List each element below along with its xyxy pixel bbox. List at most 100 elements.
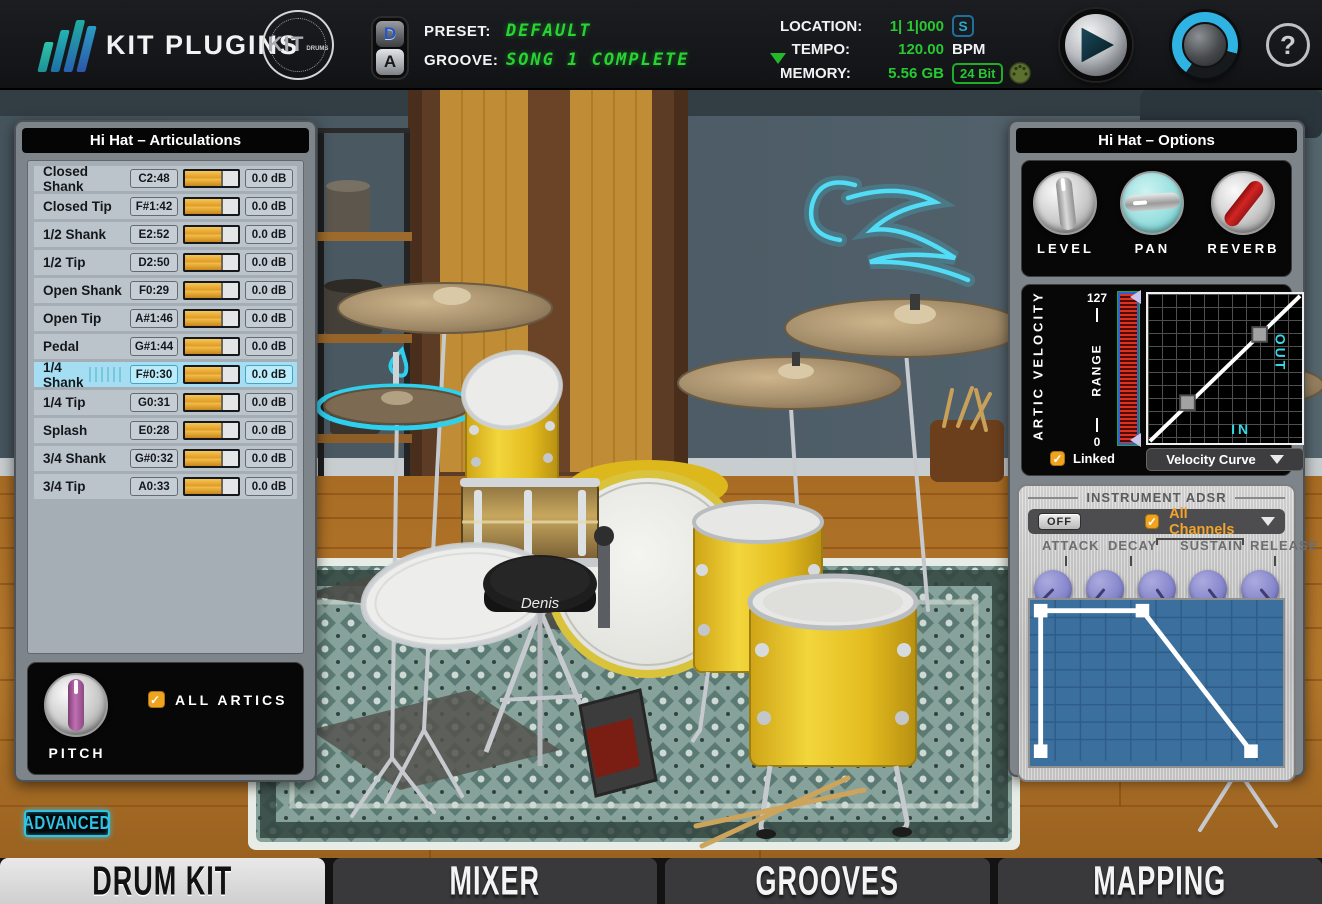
articulation-volume-fader[interactable] [183,337,240,356]
articulation-note-box[interactable]: G#1:44 [130,337,178,356]
master-volume-knob[interactable] [1172,12,1238,78]
adsr-control-bar: OFF ✓ All Channels [1028,509,1285,534]
articulation-row[interactable]: 1/2 Tip D2:50 0.0 dB [34,250,297,275]
articulation-db-box[interactable]: 0.0 dB [245,197,293,216]
articulation-db-box[interactable]: 0.0 dB [245,337,293,356]
articulation-db-box[interactable]: 0.0 dB [245,365,293,384]
fader-fill [185,199,223,214]
articulation-note-box[interactable]: G#0:32 [130,449,178,468]
articulation-volume-fader[interactable] [183,421,240,440]
articulation-row[interactable]: 1/2 Shank E2:52 0.0 dB [34,222,297,247]
fader-fill [185,479,223,494]
curve-handle-high[interactable] [1252,327,1267,342]
adsr-envelope-display[interactable] [1028,598,1285,768]
articulation-volume-fader[interactable] [183,309,240,328]
articulation-row[interactable]: 3/4 Shank G#0:32 0.0 dB [34,446,297,471]
articulation-note-box[interactable]: F#0:30 [130,365,178,384]
env-handle-start[interactable] [1034,744,1048,758]
articulation-note-box[interactable]: F0:29 [130,281,178,300]
curve-handle-low[interactable] [1180,395,1195,410]
articulation-db-box[interactable]: 0.0 dB [245,449,293,468]
range-handle-bottom[interactable] [1130,433,1141,447]
level-knob[interactable] [1033,171,1097,235]
articulation-db-box[interactable]: 0.0 dB [245,253,293,272]
articulation-note-box[interactable]: C2:48 [130,169,178,188]
articulation-db-box[interactable]: 0.0 dB [245,309,293,328]
bottom-tab[interactable]: MIXER [333,858,658,904]
crash-cymbal-left[interactable] [338,283,552,333]
articulation-volume-fader[interactable] [183,449,240,468]
groove-value-display[interactable]: SONG 1 COMPLETE [506,50,690,70]
env-handle-attack[interactable] [1034,604,1048,618]
articulation-db-box[interactable]: 0.0 dB [245,393,293,412]
articulation-note-box[interactable]: D2:50 [130,253,178,272]
channels-dropdown-arrow-icon[interactable] [1261,517,1275,526]
articulation-db-box[interactable]: 0.0 dB [245,169,293,188]
articulation-volume-fader[interactable] [183,253,240,272]
articulation-volume-fader[interactable] [183,225,240,244]
articulation-db-box[interactable]: 0.0 dB [245,421,293,440]
articulation-db-box[interactable]: 0.0 dB [245,281,293,300]
adsr-channels-checkbox[interactable]: ✓ [1145,514,1159,529]
tempo-value[interactable]: 120.00 [858,41,944,58]
articulation-volume-fader[interactable] [183,477,240,496]
articulation-note-box[interactable]: E0:28 [130,421,178,440]
articulation-name: 1/4 Shank [38,360,84,390]
articulation-db-box[interactable]: 0.0 dB [245,477,293,496]
articulation-name: Open Shank [38,283,125,298]
pan-knob[interactable] [1120,171,1184,235]
articulation-row[interactable]: Closed Tip F#1:42 0.0 dB [34,194,297,219]
articulation-row[interactable]: 1/4 Shank F#0:30 0.0 dB [34,362,297,387]
articulation-db-box[interactable]: 0.0 dB [245,225,293,244]
articulation-note-box[interactable]: A0:33 [130,477,178,496]
articulation-row[interactable]: Open Shank F0:29 0.0 dB [34,278,297,303]
articulation-volume-fader[interactable] [183,197,240,216]
articulation-volume-fader[interactable] [183,169,240,188]
linked-checkbox[interactable]: ✓ [1050,451,1065,466]
velocity-range-meter[interactable] [1118,292,1139,445]
bottom-tab[interactable]: MAPPING [998,858,1322,904]
range-handle-top[interactable] [1130,290,1141,304]
bottom-tab[interactable]: DRUM KIT [0,858,325,904]
preset-value-display[interactable]: DEFAULT [506,21,690,41]
adsr-channels-label[interactable]: All Channels [1169,506,1251,538]
reverb-knob[interactable] [1211,171,1275,235]
articulation-note-box[interactable]: E2:52 [130,225,178,244]
articulation-row[interactable]: Closed Shank C2:48 0.0 dB [34,166,297,191]
da-toggle[interactable]: D A [371,16,409,80]
linked-label: Linked [1073,451,1115,466]
articulation-volume-fader[interactable] [183,393,240,412]
env-handle-decay[interactable] [1136,604,1150,618]
sync-badge[interactable]: S [952,15,974,37]
location-value[interactable]: 1| 1|000 [858,18,944,35]
all-artics-checkbox[interactable]: ✓ [148,691,165,708]
advanced-button[interactable]: ADVANCED [24,810,110,837]
kit-drums-logo: KIT DRUMS [262,10,334,80]
options-panel: Hi Hat – Options LEVEL PAN REVERB [1008,120,1305,777]
mix-knobs-section: LEVEL PAN REVERB [1021,160,1292,277]
articulation-volume-fader[interactable] [183,281,240,300]
range-scale: 127 RANGE 0 [1080,291,1114,449]
articulation-row[interactable]: 3/4 Tip A0:33 0.0 dB [34,474,297,499]
articulation-row[interactable]: Splash E0:28 0.0 dB [34,418,297,443]
fader-fill [185,171,223,186]
articulation-volume-fader[interactable] [183,365,240,384]
articulation-row[interactable]: Open Tip A#1:46 0.0 dB [34,306,297,331]
articulation-note-box[interactable]: A#1:46 [130,309,178,328]
da-toggle-a[interactable]: A [376,49,404,75]
articulation-row[interactable]: Pedal G#1:44 0.0 dB [34,334,297,359]
velocity-curve-grid[interactable]: IN OUT [1146,292,1304,445]
brand-logo: KIT PLUGINS [44,18,299,72]
bottom-tab[interactable]: GROOVES [665,858,990,904]
adsr-off-button[interactable]: OFF [1038,513,1081,530]
articulation-note-box[interactable]: F#1:42 [130,197,178,216]
velocity-curve-dropdown[interactable]: Velocity Curve [1146,448,1304,471]
play-button[interactable] [1060,9,1132,81]
articulation-note-box[interactable]: G0:31 [130,393,178,412]
da-toggle-d[interactable]: D [376,21,404,47]
pan-label: PAN [1135,241,1170,256]
pitch-knob[interactable] [44,673,108,737]
help-button[interactable]: ? [1266,23,1310,67]
articulation-row[interactable]: 1/4 Tip G0:31 0.0 dB [34,390,297,415]
env-handle-release[interactable] [1244,744,1258,758]
